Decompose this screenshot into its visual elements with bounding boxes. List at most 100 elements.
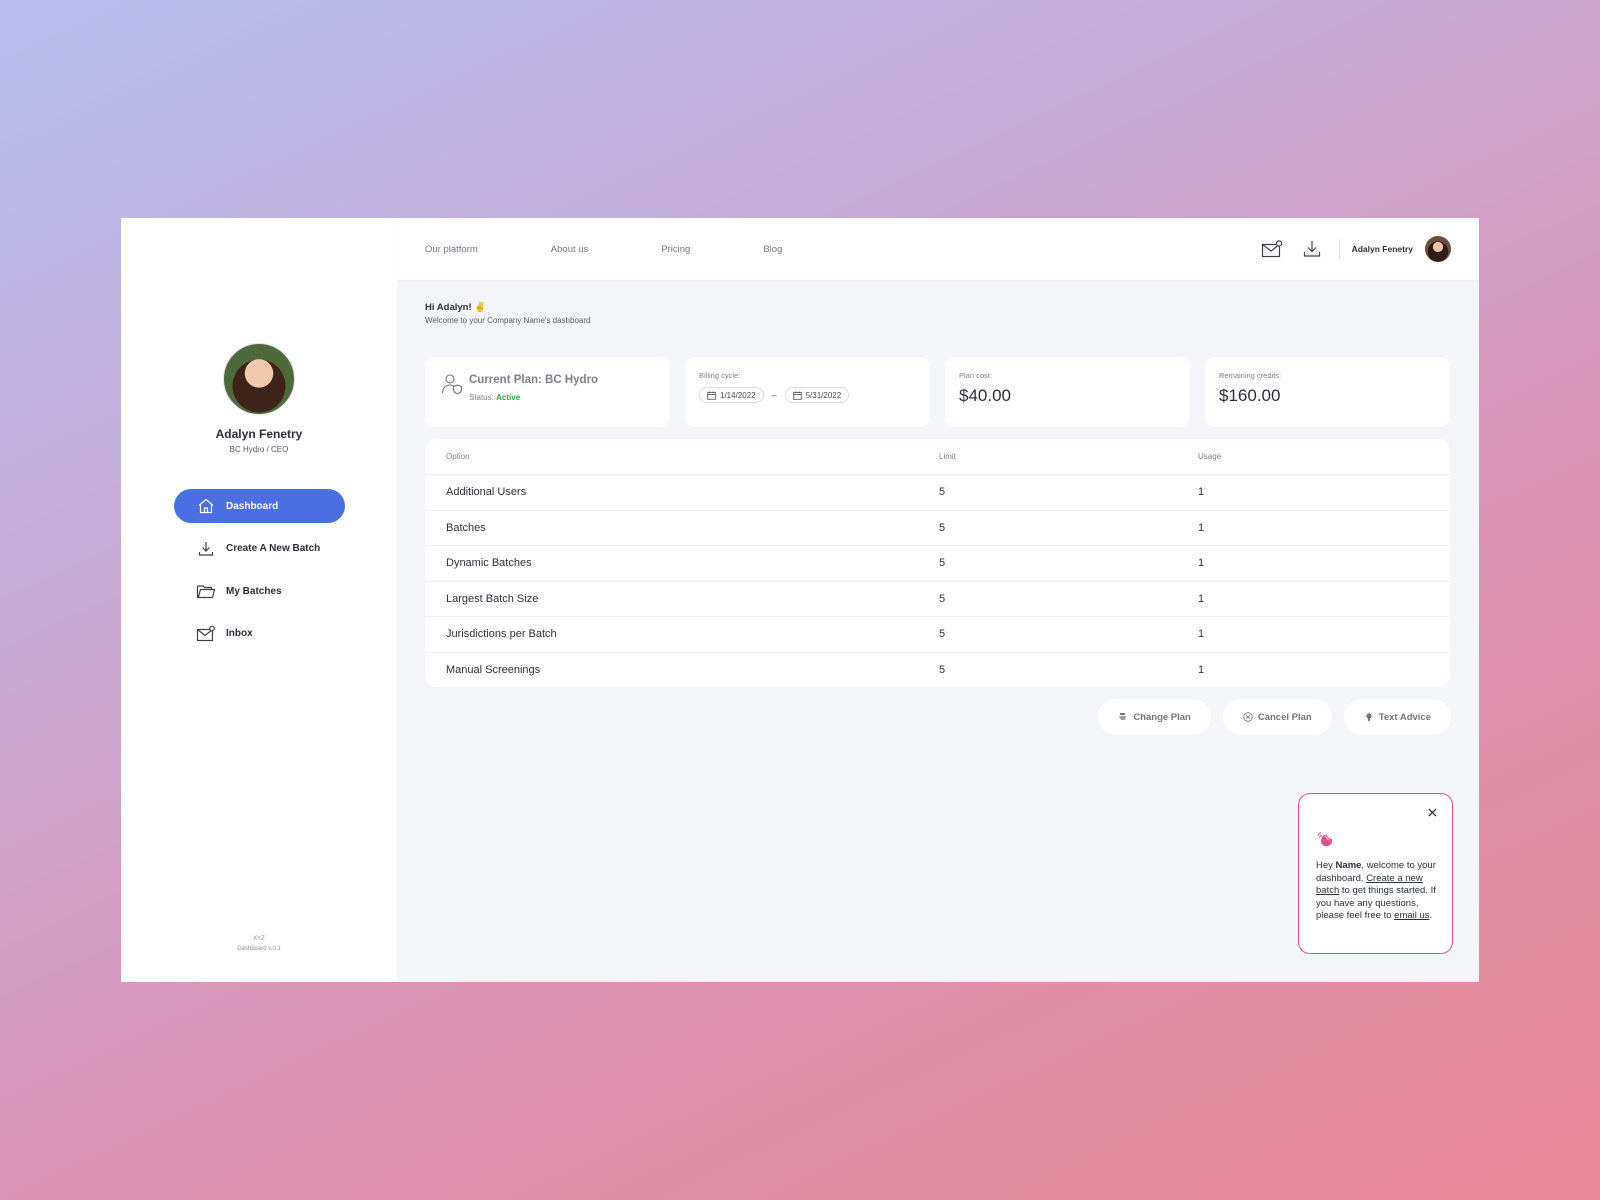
summary-cards: Current Plan: BC Hydro Status: Active Bi… bbox=[425, 357, 1450, 427]
sidebar: Adalyn Fenetry BC Hydro / CEO Dashboard … bbox=[121, 218, 397, 982]
welcome-tooltip: Hey Name, welcome to your dashboard. Cre… bbox=[1298, 793, 1453, 954]
main-content: Our platform About us Pricing Blog Adaly… bbox=[397, 218, 1479, 982]
email-us-link[interactable]: email us bbox=[1394, 910, 1429, 921]
user-shield-icon bbox=[441, 374, 463, 395]
plan-cost-label: Plan cost: bbox=[959, 371, 992, 380]
calendar-icon bbox=[707, 390, 716, 400]
top-user-name[interactable]: Adalyn Fenetry bbox=[1352, 244, 1413, 254]
top-right-controls: Adalyn Fenetry bbox=[1243, 236, 1451, 262]
profile-name: Adalyn Fenetry bbox=[215, 427, 303, 441]
nav-link-about-us[interactable]: About us bbox=[551, 244, 589, 255]
table-row: Batches 5 1 bbox=[425, 509, 1450, 546]
date-start-text: 1/14/2022 bbox=[720, 390, 756, 400]
top-nav: Our platform About us Pricing Blog bbox=[425, 244, 855, 255]
download-icon bbox=[196, 539, 216, 559]
profile: Adalyn Fenetry BC Hydro / CEO bbox=[121, 343, 397, 454]
lightbulb-icon bbox=[1364, 712, 1374, 722]
cell-usage: 1 bbox=[1198, 557, 1205, 570]
cancel-plan-button[interactable]: Cancel Plan bbox=[1222, 699, 1332, 735]
plan-cost-value: $40.00 bbox=[959, 386, 1011, 405]
download-icon[interactable] bbox=[1301, 238, 1323, 260]
close-icon[interactable] bbox=[1426, 806, 1438, 818]
mail-icon[interactable] bbox=[1261, 238, 1283, 260]
cell-usage: 1 bbox=[1198, 486, 1205, 499]
text-advice-button[interactable]: Text Advice bbox=[1343, 699, 1451, 735]
credits-value: $160.00 bbox=[1219, 386, 1281, 405]
cancel-plan-label: Cancel Plan bbox=[1257, 711, 1312, 723]
header-limit: Limit bbox=[939, 452, 956, 461]
greeting-title: Hi Adalyn! ✌ bbox=[425, 302, 487, 313]
footer-brand: XYZ bbox=[253, 936, 265, 942]
plan-status: Status: Active bbox=[469, 393, 520, 402]
credits-label: Remaining credits: bbox=[1219, 371, 1282, 380]
plan-cost-card: Plan cost: $40.00 bbox=[945, 357, 1190, 427]
cell-limit: 5 bbox=[939, 521, 946, 534]
change-plan-label: Change Plan bbox=[1133, 711, 1191, 723]
table-row: Manual Screenings 5 1 bbox=[425, 651, 1450, 688]
home-icon bbox=[196, 496, 216, 516]
cell-option: Additional Users bbox=[446, 486, 527, 499]
avatar bbox=[223, 343, 295, 415]
cell-usage: 1 bbox=[1198, 663, 1205, 676]
sidebar-item-my-batches[interactable]: My Batches bbox=[174, 574, 345, 608]
sidebar-item-label: Create A New Batch bbox=[226, 543, 321, 554]
table-row: Dynamic Batches 5 1 bbox=[425, 545, 1450, 581]
cell-limit: 5 bbox=[939, 663, 946, 676]
cell-option: Jurisdictions per Batch bbox=[446, 628, 557, 641]
sidebar-item-label: Dashboard bbox=[226, 500, 279, 512]
cell-option: Batches bbox=[446, 521, 486, 534]
cell-usage: 1 bbox=[1198, 628, 1205, 641]
swap-icon bbox=[1118, 712, 1128, 722]
profile-role: BC Hydro / CEO bbox=[229, 445, 289, 454]
header-option: Option bbox=[446, 452, 470, 461]
nav-link-pricing[interactable]: Pricing bbox=[661, 244, 690, 255]
billing-start-date[interactable]: 1/14/2022 bbox=[699, 387, 764, 403]
cell-option: Largest Batch Size bbox=[446, 592, 539, 605]
table-header: Option Limit Usage bbox=[425, 439, 1450, 474]
divider bbox=[1338, 239, 1340, 259]
sidebar-item-label: Inbox bbox=[226, 628, 253, 639]
plan-status-label: Status: bbox=[469, 393, 494, 402]
tip-text-4: . bbox=[1429, 910, 1433, 922]
billing-label: Billing cycle: bbox=[699, 371, 741, 380]
remaining-credits-card: Remaining credits: $160.00 bbox=[1205, 357, 1450, 427]
sidebar-item-inbox[interactable]: Inbox bbox=[174, 617, 345, 651]
billing-end-date[interactable]: 5/31/2022 bbox=[784, 387, 850, 403]
cell-limit: 5 bbox=[939, 628, 946, 641]
plan-actions: Change Plan Cancel Plan Text Advice bbox=[1086, 699, 1451, 735]
plan-title: Current Plan: BC Hydro bbox=[469, 374, 599, 386]
plan-limits-table: Option Limit Usage Additional Users 5 1 … bbox=[425, 439, 1450, 687]
tooltip-message: Hey Name, welcome to your dashboard. Cre… bbox=[1316, 860, 1440, 923]
cell-option: Dynamic Batches bbox=[446, 557, 532, 570]
sidebar-item-label: My Batches bbox=[226, 585, 282, 597]
status-badge: Active bbox=[496, 393, 521, 402]
billing-cycle-card: Billing cycle: 1/14/2022 – 5/31/2022 bbox=[685, 357, 930, 427]
sidebar-item-create-batch[interactable]: Create A New Batch bbox=[174, 532, 345, 566]
cell-limit: 5 bbox=[939, 592, 946, 605]
calendar-icon bbox=[792, 390, 802, 400]
sidebar-nav: Dashboard Create A New Batch My Batches … bbox=[174, 489, 345, 659]
waving-hand-icon bbox=[1317, 832, 1332, 847]
greeting: Hi Adalyn! ✌ Welcome to your Company Nam… bbox=[425, 302, 590, 325]
cancel-circle-icon bbox=[1243, 712, 1253, 722]
date-separator: – bbox=[771, 390, 777, 400]
text-advice-label: Text Advice bbox=[1378, 711, 1431, 723]
tip-name: Name bbox=[1335, 860, 1362, 871]
avatar[interactable] bbox=[1425, 236, 1451, 262]
billing-dates: 1/14/2022 – 5/31/2022 bbox=[699, 387, 916, 403]
table-row: Largest Batch Size 5 1 bbox=[425, 580, 1450, 617]
sidebar-item-dashboard[interactable]: Dashboard bbox=[174, 489, 345, 523]
table-row: Additional Users 5 1 bbox=[425, 474, 1450, 510]
header-usage: Usage bbox=[1198, 452, 1222, 461]
table-row: Jurisdictions per Batch 5 1 bbox=[425, 616, 1450, 652]
change-plan-button[interactable]: Change Plan bbox=[1098, 699, 1211, 735]
nav-link-our-platform[interactable]: Our platform bbox=[425, 244, 478, 255]
cell-option: Manual Screenings bbox=[446, 663, 541, 676]
dashboard-window: Adalyn Fenetry BC Hydro / CEO Dashboard … bbox=[121, 218, 1479, 982]
footer-version: Dashboard v.0.1 bbox=[237, 946, 281, 952]
cell-usage: 1 bbox=[1198, 521, 1205, 534]
top-bar: Our platform About us Pricing Blog Adaly… bbox=[397, 218, 1479, 280]
mail-icon bbox=[196, 624, 216, 644]
greeting-subtitle: Welcome to your Company Name's dashboard bbox=[425, 316, 591, 325]
nav-link-blog[interactable]: Blog bbox=[763, 244, 782, 255]
